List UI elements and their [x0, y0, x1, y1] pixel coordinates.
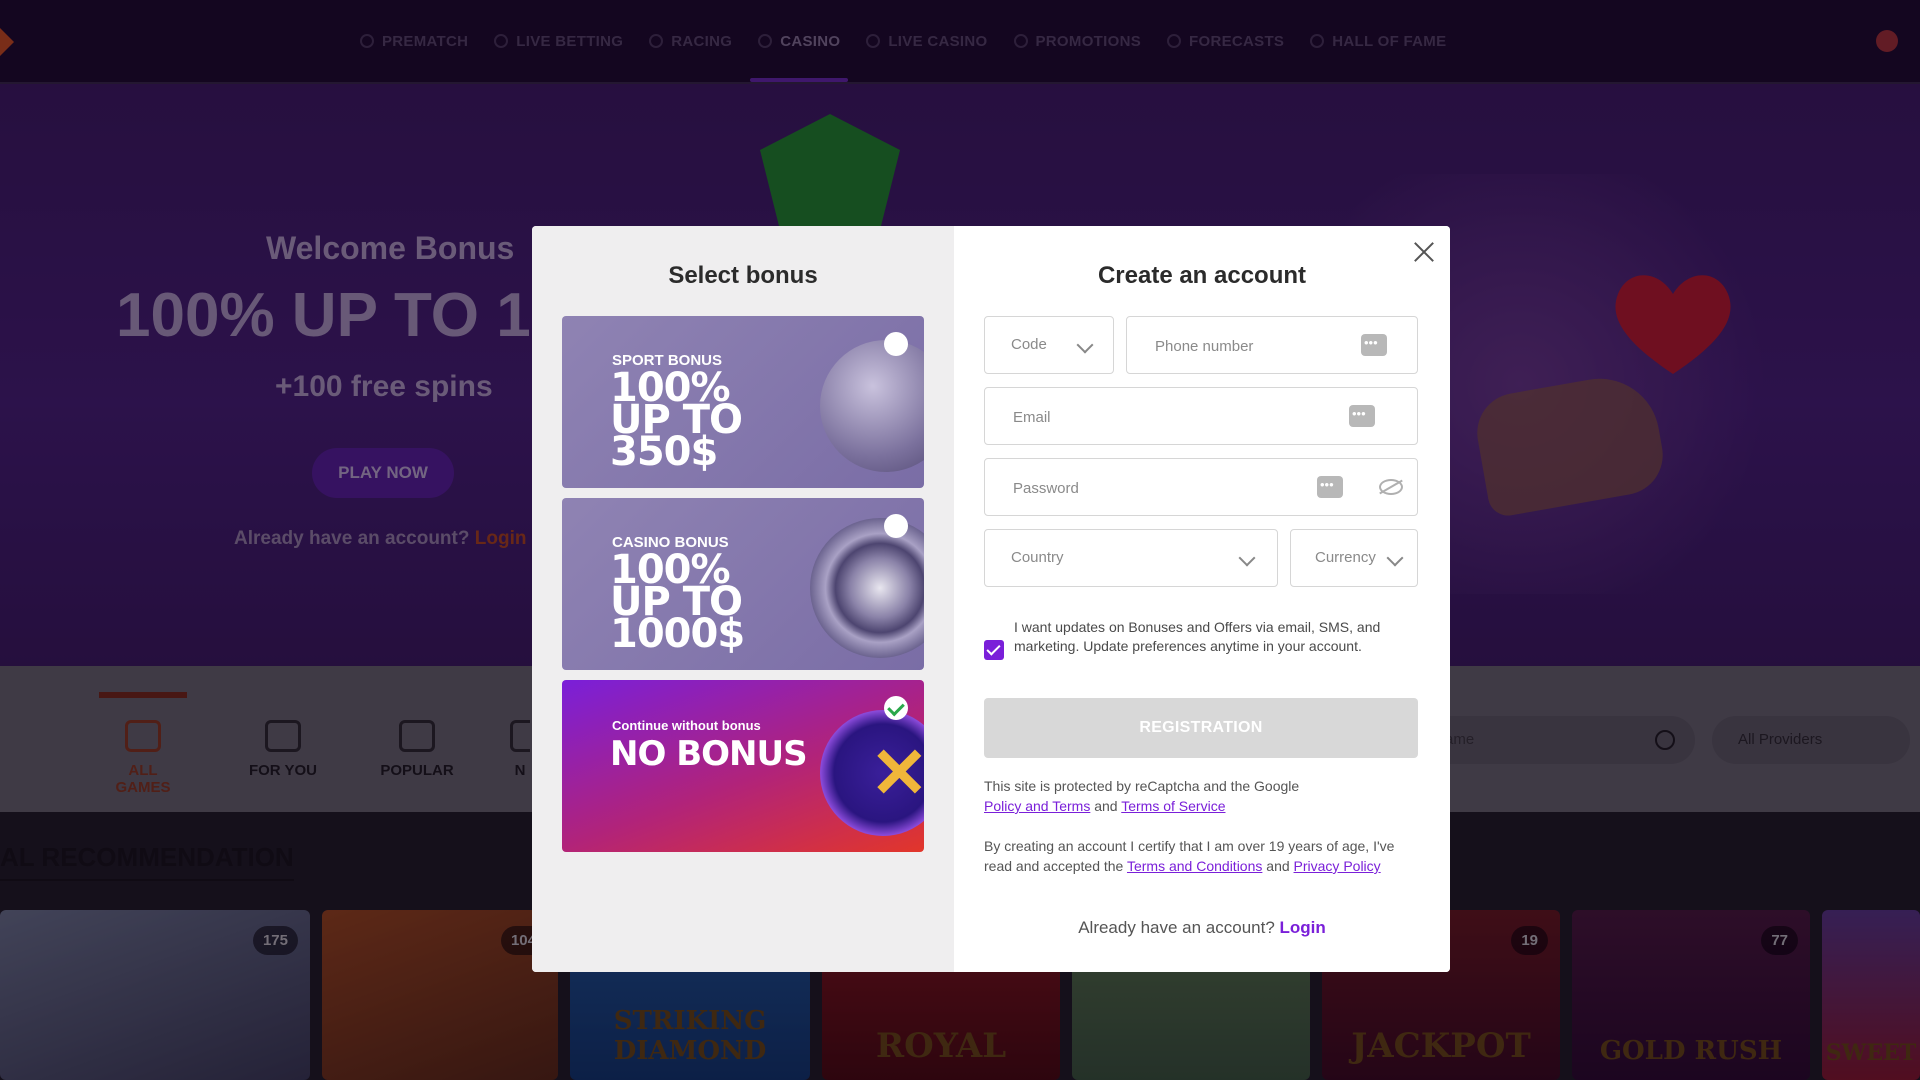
terms-and-conditions-link[interactable]: Terms and Conditions	[1127, 858, 1262, 874]
no-bonus-x-icon	[820, 710, 924, 836]
country-select[interactable]: Country	[984, 529, 1278, 587]
create-account-title: Create an account	[1097, 262, 1307, 289]
bonus-radio-casino[interactable]	[884, 514, 908, 538]
roulette-icon	[810, 518, 924, 658]
bonus-panel: Select bonus SPORT BONUS 100% UP TO 350$ C…	[532, 226, 954, 972]
email-input[interactable]	[1011, 388, 1318, 446]
age-notice: By creating an account I certify that I …	[984, 838, 1395, 874]
select-bonus-title: Select bonus	[668, 262, 818, 289]
country-code-select[interactable]: Code	[984, 316, 1114, 374]
recaptcha-notice: This site is protected by reCaptcha and …	[984, 778, 1300, 814]
chevron-down-icon	[1076, 336, 1094, 354]
account-panel: Create an account Code Country Currency	[954, 226, 1450, 972]
chevron-down-icon	[1386, 549, 1404, 567]
bonus-radio-sport[interactable]	[884, 332, 908, 356]
password-manager-icon[interactable]	[1349, 405, 1375, 427]
updates-checkbox[interactable]	[984, 640, 1004, 660]
password-manager-icon[interactable]	[1317, 476, 1343, 498]
basketball-icon	[820, 340, 924, 472]
eye-hidden-icon[interactable]	[1379, 479, 1403, 495]
bonus-radio-none[interactable]	[884, 696, 908, 720]
bonus-card-casino[interactable]: CASINO BONUS 100% UP TO 1000$	[562, 498, 924, 670]
password-field[interactable]	[984, 458, 1418, 517]
currency-select[interactable]: Currency	[1290, 529, 1418, 587]
registration-button[interactable]: REGISTRATION	[984, 698, 1418, 758]
phone-input[interactable]	[1153, 317, 1360, 375]
updates-consent-text: I want updates on Bonuses and Offers via…	[1014, 619, 1381, 654]
bonus-card-sport[interactable]: SPORT BONUS 100% UP TO 350$	[562, 316, 924, 488]
login-link[interactable]: Login	[1280, 918, 1326, 937]
terms-of-service-link[interactable]: Terms of Service	[1121, 798, 1225, 814]
policy-link[interactable]: Policy and Terms	[984, 798, 1090, 814]
password-input[interactable]	[1011, 459, 1318, 517]
email-field[interactable]	[984, 387, 1418, 446]
chevron-down-icon	[1238, 549, 1256, 567]
bonus-card-none[interactable]: Continue without bonus NO BONUS	[562, 680, 924, 852]
password-manager-icon[interactable]	[1361, 334, 1387, 356]
privacy-policy-link[interactable]: Privacy Policy	[1294, 858, 1381, 874]
phone-field[interactable]	[1126, 316, 1418, 375]
already-account: Already have an account? Login	[1078, 918, 1326, 937]
registration-modal: Select bonus SPORT BONUS 100% UP TO 350$ C…	[532, 226, 1450, 972]
